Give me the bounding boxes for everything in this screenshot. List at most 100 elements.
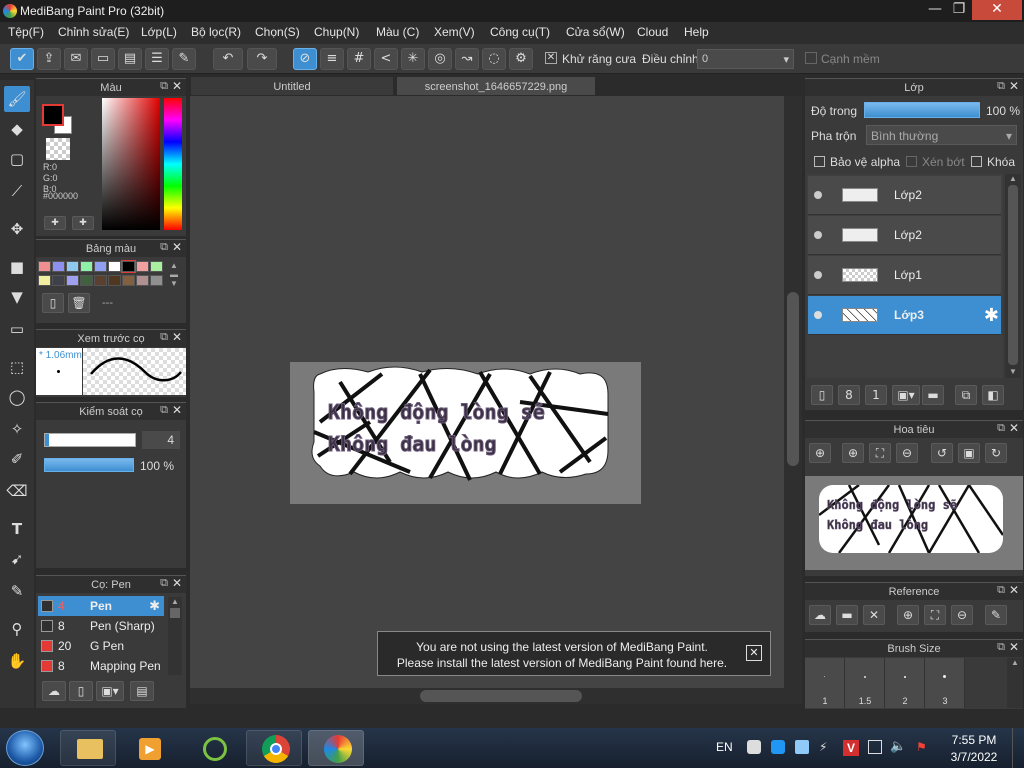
palette-swatch[interactable] [38,275,51,286]
add-layer-menu-icon[interactable]: ▣▾ [892,385,920,405]
close-button[interactable]: ✕ [972,0,1022,20]
brush-size-option[interactable]: 1 [805,658,845,708]
brush-settings-gear-icon[interactable]: ✱ [149,598,160,614]
start-button-icon[interactable] [6,730,44,766]
palette-add-icon[interactable]: ✚ [44,216,66,230]
open-folder-icon[interactable]: ▬ [836,605,858,625]
menu-tools[interactable]: Công cụ(T) [490,25,550,39]
menu-edit[interactable]: Chỉnh sửa(E) [58,25,129,39]
tab-screenshot[interactable]: screenshot_1646657229.png [396,76,596,96]
menu-capture[interactable]: Chụp(N) [314,25,359,39]
clock-date[interactable]: 3/7/2022 [944,750,1004,764]
move-tool-icon[interactable]: ✥ [4,216,30,242]
circle-snap-icon[interactable]: ◌ [482,48,506,70]
snap-off-icon[interactable]: ⊘ [293,48,317,70]
operation-tool-icon[interactable]: ➹ [4,546,30,572]
zoom-out-icon[interactable]: ⊖ [896,443,918,463]
radial-snap-icon[interactable]: ✳ [401,48,425,70]
layer-item[interactable]: Lớp1 [808,256,1001,295]
close-icon[interactable]: ✕ [172,240,182,254]
curve-snap-icon[interactable]: ↝ [455,48,479,70]
brush-item[interactable]: 4 Pen ✱ [38,596,164,616]
antialias-checkbox[interactable]: ✕ [545,52,557,64]
flag-tray-icon[interactable]: ⚑ [916,740,930,754]
menu-filter[interactable]: Bộ lọc(R) [191,25,241,39]
zoom-in-small-icon[interactable]: ⊕ [809,443,831,463]
bucket-tool-icon[interactable]: ▼ [4,284,30,310]
folder-icon[interactable]: ▬ [922,385,944,405]
new-layer-icon[interactable]: ▯ [811,385,833,405]
grid-snap-icon[interactable]: # [347,48,371,70]
brush-add-menu-icon[interactable]: ▣▾ [96,681,124,701]
vertical-scroll-thumb[interactable] [787,292,799,466]
undock-icon[interactable]: ⧉ [160,79,168,93]
brush-size-option[interactable]: 1.5 [845,658,885,708]
new-palette-icon[interactable]: ▯ [42,293,64,313]
palette-scrollbar[interactable]: ▲ ▬ ▼ [166,261,182,288]
parallel-snap-icon[interactable]: ≡ [320,48,344,70]
saturation-value-picker[interactable] [102,98,160,230]
visibility-icon[interactable] [814,271,822,279]
foreground-color-swatch[interactable] [42,104,64,126]
network-tray-icon[interactable]: ⚡ [819,740,833,754]
horizontal-scroll-thumb[interactable] [420,690,582,702]
menu-cloud[interactable]: Cloud [637,25,668,39]
soft-edge-checkbox[interactable] [805,52,817,64]
tray-app-icon[interactable] [795,740,809,754]
restore-button[interactable]: ❐ [946,0,972,20]
protect-alpha-checkbox[interactable] [814,156,825,167]
palette-swatch[interactable] [94,261,107,272]
menu-file[interactable]: Tệp(F) [8,25,44,39]
redo-icon[interactable]: ↷ [247,48,277,70]
transparent-swatch[interactable] [46,138,70,160]
layer-opacity-slider[interactable] [864,102,980,118]
palette-swatch[interactable] [52,275,65,286]
clipping-checkbox[interactable] [906,156,917,167]
select-rect-tool-icon[interactable]: ⬚ [4,354,30,380]
palette-swatch[interactable] [122,275,135,286]
media-player-taskbar-icon[interactable]: ▶ [120,730,176,766]
horizontal-scrollbar[interactable] [190,688,802,704]
menu-help[interactable]: Help [684,25,709,39]
settings-gear-icon[interactable]: ⚙ [509,48,533,70]
blend-mode-select[interactable]: Bình thường ▾ [866,125,1017,145]
text-tool-icon[interactable]: T [4,516,30,542]
show-desktop-button[interactable] [1012,728,1024,768]
cloud-check-icon[interactable]: ✔ [10,48,34,70]
palette-swatch[interactable] [66,261,79,272]
visibility-icon[interactable] [814,191,822,199]
medibang-taskbar-icon[interactable] [308,730,364,766]
close-icon[interactable]: ✕ [172,330,182,344]
antivirus-tray-icon[interactable]: V [843,740,859,756]
vertical-scrollbar[interactable] [784,96,802,688]
new-halftone-layer-icon[interactable]: 8 [838,385,860,405]
lock-checkbox[interactable] [971,156,982,167]
navigator-preview[interactable]: Không động lòng sẽ Không đau lòng [805,476,1023,570]
palette-swatch[interactable] [136,275,149,286]
palette-swatch[interactable] [80,261,93,272]
undo-icon[interactable]: ↶ [213,48,243,70]
duplicate-layer-icon[interactable]: ⧉ [955,385,977,405]
close-icon[interactable]: ✕ [1009,421,1019,435]
new-1bit-layer-icon[interactable]: 1 [865,385,887,405]
cloud-reference-icon[interactable]: ☁ [809,605,831,625]
brush-item[interactable]: 20 G Pen [38,636,164,656]
brush-item[interactable]: 8 Pen (Sharp) [38,616,164,636]
chrome-taskbar-icon[interactable] [246,730,302,766]
undock-icon[interactable]: ⧉ [160,576,168,590]
language-indicator[interactable]: EN [716,740,733,754]
visibility-icon[interactable] [814,311,822,319]
share-icon[interactable]: ⇪ [37,48,61,70]
palette-swatch[interactable] [150,261,163,272]
explorer-taskbar-icon[interactable] [60,730,116,766]
rotate-right-icon[interactable]: ↻ [985,443,1007,463]
fit-screen-icon[interactable]: ⛶ [869,443,891,463]
notification-close-icon[interactable]: ✕ [746,645,762,661]
undock-icon[interactable]: ⧉ [160,403,168,417]
eyedropper-icon[interactable]: ✎ [985,605,1007,625]
brush-opacity-slider[interactable] [44,458,134,472]
brush-size-scrollbar[interactable]: ▲ [1007,658,1023,708]
fill-rect-tool-icon[interactable]: ■ [4,254,30,280]
cloud-brush-icon[interactable]: ☁ [42,681,66,701]
eyedropper-tool-icon[interactable]: ⚲ [4,616,30,642]
